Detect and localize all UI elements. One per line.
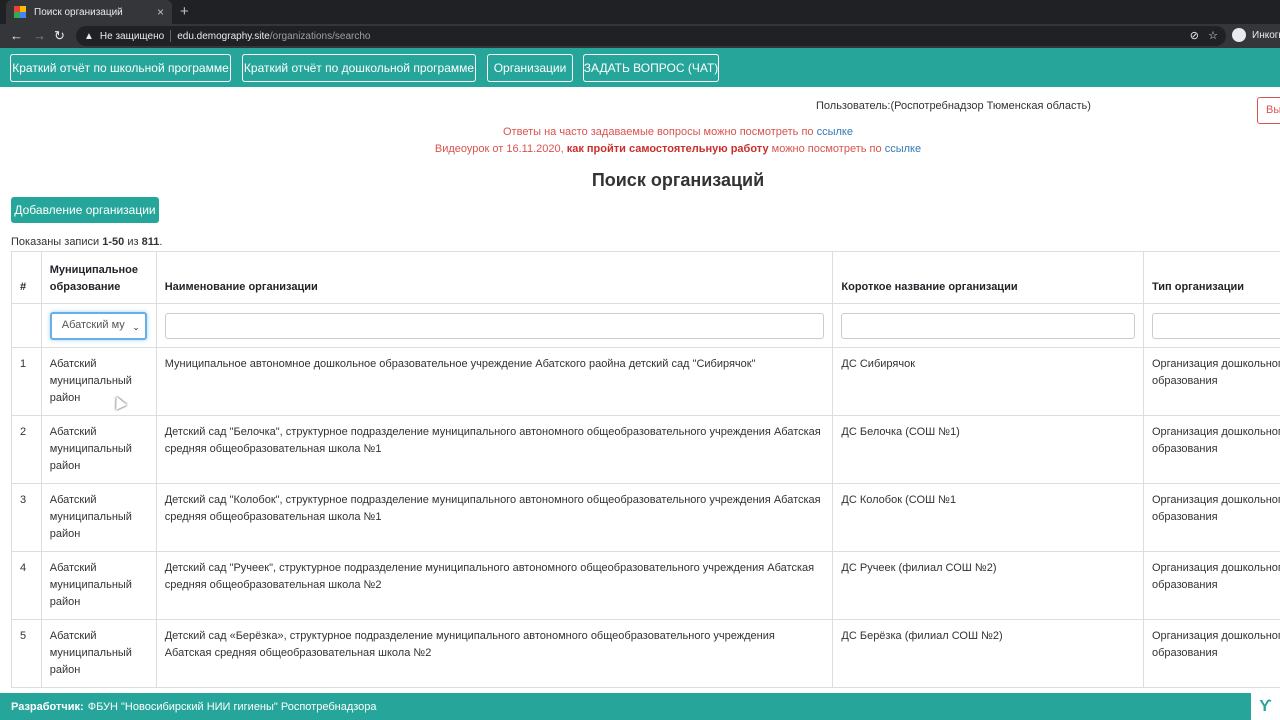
school-report-button[interactable]: Краткий отчёт по школьной программе bbox=[10, 54, 231, 82]
video-notice: Видеоурок от 16.11.2020, как пройти само… bbox=[38, 143, 1280, 155]
url-path: /organizations/searcho bbox=[269, 30, 371, 42]
row-type: Организация дошкольного образования bbox=[1142, 551, 1280, 620]
row-name: Детский сад "Колобок", структурное подра… bbox=[155, 483, 834, 552]
filter-type-cell bbox=[1142, 303, 1280, 348]
row-number: 2 bbox=[11, 415, 42, 484]
table-row[interactable]: 1 Абатский муниципальный район Муниципал… bbox=[11, 347, 1280, 416]
forward-icon[interactable]: → bbox=[33, 28, 46, 44]
table-row[interactable]: 5 Абатский муниципальный район Детский с… bbox=[11, 619, 1280, 688]
reload-icon[interactable]: ↻ bbox=[54, 28, 65, 44]
summary-end: . bbox=[159, 236, 163, 248]
row-type: Организация дошкольного образования bbox=[1142, 619, 1280, 688]
row-type: Организация дошкольного образования bbox=[1142, 483, 1280, 552]
faq-notice: Ответы на часто задаваемые вопросы можно… bbox=[38, 126, 1280, 138]
footer-developer-label: Разработчик: bbox=[11, 700, 84, 713]
site-favicon-icon bbox=[14, 6, 26, 18]
new-tab-icon[interactable]: + bbox=[180, 3, 189, 21]
row-name: Детский сад "Ручеек", структурное подраз… bbox=[155, 551, 834, 620]
col-municipality-header[interactable]: Муниципальное образование bbox=[40, 251, 157, 304]
corner-logo-icon: ϒ bbox=[1251, 693, 1280, 720]
summary-mid: из bbox=[124, 236, 142, 248]
browser-tab[interactable]: Поиск организаций × bbox=[6, 0, 172, 24]
ask-question-button[interactable]: ЗАДАТЬ ВОПРОС (ЧАТ) bbox=[583, 54, 719, 82]
short-name-filter-input[interactable] bbox=[841, 312, 1135, 339]
chevron-down-icon: ⌄ bbox=[132, 321, 140, 332]
row-municipality: Абатский муниципальный район bbox=[40, 551, 157, 620]
row-type: Организация дошкольного образования bbox=[1142, 415, 1280, 484]
warning-icon: ▲ bbox=[84, 30, 94, 42]
faq-link[interactable]: ссылке bbox=[817, 126, 853, 138]
row-number: 1 bbox=[11, 347, 42, 416]
browser-address-bar: ← → ↻ ▲ Не защищено edu.demography.site … bbox=[0, 24, 1280, 48]
municipality-filter-value: Абатский му bbox=[61, 319, 125, 331]
row-municipality: Абатский муниципальный район bbox=[40, 619, 157, 688]
filter-row: Абатский му ⌄ bbox=[11, 303, 1280, 348]
profile-button[interactable]: Инкогн bbox=[1232, 28, 1280, 42]
row-number: 3 bbox=[11, 483, 42, 552]
row-name: Муниципальное автономное дошкольное обра… bbox=[155, 347, 834, 416]
video-notice-post: можно посмотреть по bbox=[768, 143, 885, 155]
tab-close-icon[interactable]: × bbox=[157, 5, 164, 19]
col-name-header[interactable]: Наименование организации bbox=[155, 251, 834, 304]
row-name: Детский сад «Берёзка», структурное подра… bbox=[155, 619, 834, 688]
col-short-name-header[interactable]: Короткое название организации bbox=[832, 251, 1144, 304]
row-short-name: ДС Сибирячок bbox=[832, 347, 1144, 416]
type-filter-input[interactable] bbox=[1151, 312, 1280, 339]
preschool-report-button[interactable]: Краткий отчёт по дошкольной программе bbox=[242, 54, 476, 82]
url-field[interactable]: ▲ Не защищено edu.demography.site /organ… bbox=[76, 26, 1226, 46]
browser-tab-bar: Поиск организаций × + bbox=[0, 0, 1280, 24]
row-short-name: ДС Ручеек (филиал СОШ №2) bbox=[832, 551, 1144, 620]
row-number: 5 bbox=[11, 619, 42, 688]
filter-short-name-cell bbox=[832, 303, 1144, 348]
row-short-name: ДС Белочка (СОШ №1) bbox=[832, 415, 1144, 484]
incognito-avatar-icon bbox=[1232, 28, 1246, 42]
page-title: Поиск организаций bbox=[591, 170, 765, 190]
filter-municipality-cell: Абатский му ⌄ bbox=[40, 303, 157, 348]
not-secure-label: Не защищено bbox=[99, 30, 165, 42]
records-summary: Показаны записи 1-50 из 811. bbox=[11, 236, 162, 248]
municipality-filter-select[interactable]: Абатский му ⌄ bbox=[49, 311, 147, 340]
video-notice-pre: Видеоурок от 16.11.2020, bbox=[434, 143, 567, 155]
row-municipality: Абатский муниципальный район bbox=[40, 415, 157, 484]
url-host: edu.demography.site bbox=[177, 30, 270, 42]
url-divider bbox=[170, 30, 172, 42]
add-organization-button[interactable]: Добавление организации bbox=[11, 197, 159, 223]
row-name: Детский сад "Белочка", структурное подра… bbox=[155, 415, 834, 484]
video-notice-bold: как пройти самостоятельную работу bbox=[566, 143, 769, 155]
row-short-name: ДС Берёзка (филиал СОШ №2) bbox=[832, 619, 1144, 688]
footer-developer-text: ФБУН "Новосибирский НИИ гигиены" Роспотр… bbox=[87, 700, 377, 713]
summary-pre: Показаны записи bbox=[11, 236, 103, 248]
incognito-eye-icon[interactable]: ⊘ ☆ bbox=[1190, 29, 1218, 42]
tab-title: Поиск организаций bbox=[34, 6, 123, 18]
site-navbar: Краткий отчёт по школьной программе Крат… bbox=[0, 48, 1280, 87]
filter-name-cell bbox=[155, 303, 834, 348]
col-type-header[interactable]: Тип организации bbox=[1142, 251, 1280, 304]
row-short-name: ДС Колобок (СОШ №1 bbox=[832, 483, 1144, 552]
organizations-table: # Муниципальное образование Наименование… bbox=[11, 251, 1280, 688]
table-header-row: # Муниципальное образование Наименование… bbox=[11, 251, 1280, 304]
filter-empty-cell bbox=[11, 303, 42, 348]
table-row[interactable]: 4 Абатский муниципальный район Детский с… bbox=[11, 551, 1280, 620]
summary-range: 1-50 bbox=[102, 236, 125, 248]
organizations-button[interactable]: Организации bbox=[487, 54, 573, 82]
table-row[interactable]: 2 Абатский муниципальный район Детский с… bbox=[11, 415, 1280, 484]
faq-notice-text: Ответы на часто задаваемые вопросы можно… bbox=[503, 126, 817, 138]
row-type: Организация дошкольного образования bbox=[1142, 347, 1280, 416]
site-footer: Разработчик: ФБУН "Новосибирский НИИ гиг… bbox=[0, 693, 1251, 720]
row-municipality: Абатский муниципальный район bbox=[40, 347, 157, 416]
back-icon[interactable]: ← bbox=[10, 28, 23, 44]
logout-button[interactable]: Выход bbox=[1257, 97, 1280, 124]
summary-total: 811 bbox=[141, 236, 160, 248]
table-row[interactable]: 3 Абатский муниципальный район Детский с… bbox=[11, 483, 1280, 552]
name-filter-input[interactable] bbox=[164, 312, 825, 339]
current-user-label: Пользователь:(Роспотребнадзор Тюменская … bbox=[816, 100, 1091, 112]
row-number: 4 bbox=[11, 551, 42, 620]
profile-label: Инкогн bbox=[1252, 29, 1280, 41]
col-number-header[interactable]: # bbox=[11, 251, 42, 304]
video-link[interactable]: ссылке bbox=[885, 143, 921, 155]
row-municipality: Абатский муниципальный район bbox=[40, 483, 157, 552]
